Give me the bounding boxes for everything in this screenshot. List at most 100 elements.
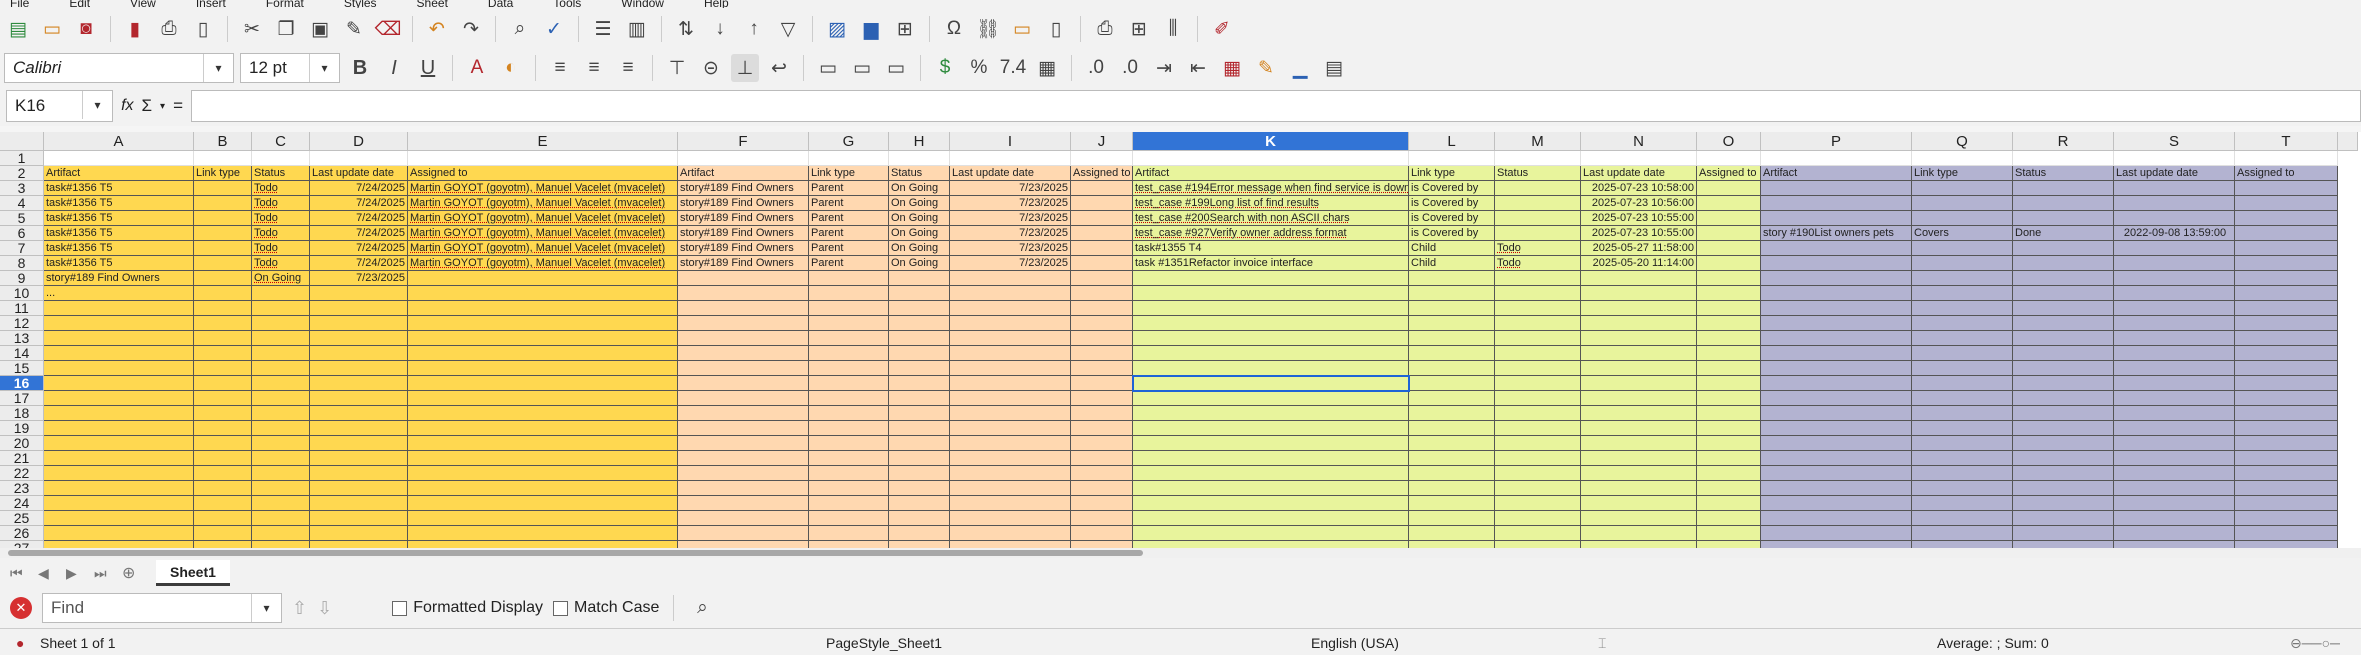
cell-s15[interactable]	[2114, 361, 2235, 376]
cell-t18[interactable]	[2235, 406, 2338, 421]
cell-t11[interactable]	[2235, 301, 2338, 316]
cell-p13[interactable]	[1761, 331, 1912, 346]
cell-h2[interactable]: Status	[889, 166, 950, 181]
cell-b12[interactable]	[194, 316, 252, 331]
cell-s3[interactable]	[2114, 181, 2235, 196]
cell-b17[interactable]	[194, 391, 252, 406]
cell-m5[interactable]	[1495, 211, 1581, 226]
cell-f21[interactable]	[678, 451, 809, 466]
cell-k24[interactable]	[1133, 496, 1409, 511]
spreadsheet-grid[interactable]: ABCDEFGHIJKLMNOPQRST 1 2 3 4 5 6 7 8 9 10 11 12 13 14…	[0, 132, 2361, 548]
underline-icon[interactable]: U	[414, 54, 442, 82]
cell-r12[interactable]	[2013, 316, 2114, 331]
center-vertically-icon[interactable]: ⊝	[697, 54, 725, 82]
cell-f13[interactable]	[678, 331, 809, 346]
increase-indent-icon[interactable]: ⇥	[1150, 54, 1178, 82]
cell-l2[interactable]: Link type	[1409, 166, 1495, 181]
cell-l9[interactable]	[1409, 271, 1495, 286]
formula-input[interactable]	[191, 90, 2361, 122]
cell-n18[interactable]	[1581, 406, 1697, 421]
chevron-down-icon[interactable]: ▾	[309, 54, 339, 82]
cell-o22[interactable]	[1697, 466, 1761, 481]
cell-e25[interactable]	[408, 511, 678, 526]
cell-h4[interactable]: On Going	[889, 196, 950, 211]
cell-b18[interactable]	[194, 406, 252, 421]
row-header-7[interactable]: 7	[0, 241, 44, 256]
cell-s7[interactable]	[2114, 241, 2235, 256]
cell-t16[interactable]	[2235, 376, 2338, 391]
cell-m25[interactable]	[1495, 511, 1581, 526]
cell-e23[interactable]	[408, 481, 678, 496]
row-header-26[interactable]: 26	[0, 526, 44, 541]
cell-c19[interactable]	[252, 421, 310, 436]
checkbox-box[interactable]	[392, 600, 408, 616]
cell-f11[interactable]	[678, 301, 809, 316]
cell-p10[interactable]	[1761, 286, 1912, 301]
cell-n2[interactable]: Last update date	[1581, 166, 1697, 181]
cell-f10[interactable]	[678, 286, 809, 301]
cell-j25[interactable]	[1071, 511, 1133, 526]
cell-i2[interactable]: Last update date	[950, 166, 1071, 181]
cell-o21[interactable]	[1697, 451, 1761, 466]
cell-n3[interactable]: 2025-07-23 10:58:00	[1581, 181, 1697, 196]
cell-i11[interactable]	[950, 301, 1071, 316]
cell-c9[interactable]: On Going	[252, 271, 310, 286]
cell-p21[interactable]	[1761, 451, 1912, 466]
cell-t20[interactable]	[2235, 436, 2338, 451]
column-header-e[interactable]: E	[408, 132, 678, 151]
cell-n9[interactable]	[1581, 271, 1697, 286]
decrease-indent-icon[interactable]: ⇤	[1184, 54, 1212, 82]
cell-h26[interactable]	[889, 526, 950, 541]
cell-i5[interactable]: 7/23/2025	[950, 211, 1071, 226]
cell-q3[interactable]	[1912, 181, 2013, 196]
cell-a13[interactable]	[44, 331, 194, 346]
cell-k6[interactable]: test_case #927Verify owner address forma…	[1133, 226, 1409, 241]
cell-a23[interactable]	[44, 481, 194, 496]
cell-n17[interactable]	[1581, 391, 1697, 406]
cell-n10[interactable]	[1581, 286, 1697, 301]
cell-o17[interactable]	[1697, 391, 1761, 406]
font-name-box[interactable]: Calibri ▾	[4, 53, 234, 83]
cell-j22[interactable]	[1071, 466, 1133, 481]
cell-f7[interactable]: story#189 Find Owners	[678, 241, 809, 256]
cell-i19[interactable]	[950, 421, 1071, 436]
cell-d1[interactable]	[310, 151, 408, 166]
cell-r7[interactable]	[2013, 241, 2114, 256]
cell-l14[interactable]	[1409, 346, 1495, 361]
menu-insert[interactable]: Insert	[196, 0, 226, 8]
cell-s4[interactable]	[2114, 196, 2235, 211]
cell-e11[interactable]	[408, 301, 678, 316]
unmerge-cells-icon[interactable]: ▭	[882, 54, 910, 82]
formula-icon[interactable]: =	[173, 96, 183, 116]
cell-c3[interactable]: Todo	[252, 181, 310, 196]
align-bottom-icon[interactable]: ⊥	[731, 54, 759, 82]
cell-h20[interactable]	[889, 436, 950, 451]
cell-a19[interactable]	[44, 421, 194, 436]
cell-j18[interactable]	[1071, 406, 1133, 421]
cell-q26[interactable]	[1912, 526, 2013, 541]
font-size-box[interactable]: 12 pt ▾	[240, 53, 340, 83]
cell-k23[interactable]	[1133, 481, 1409, 496]
cell-m15[interactable]	[1495, 361, 1581, 376]
cell-l3[interactable]: is Covered by	[1409, 181, 1495, 196]
cell-h14[interactable]	[889, 346, 950, 361]
cell-b25[interactable]	[194, 511, 252, 526]
cell-f26[interactable]	[678, 526, 809, 541]
cell-m20[interactable]	[1495, 436, 1581, 451]
cell-i18[interactable]	[950, 406, 1071, 421]
cell-r17[interactable]	[2013, 391, 2114, 406]
cell-b21[interactable]	[194, 451, 252, 466]
cell-n5[interactable]: 2025-07-23 10:55:00	[1581, 211, 1697, 226]
cell-g5[interactable]: Parent	[809, 211, 889, 226]
cell-f2[interactable]: Artifact	[678, 166, 809, 181]
cell-j23[interactable]	[1071, 481, 1133, 496]
cell-c11[interactable]	[252, 301, 310, 316]
cell-b1[interactable]	[194, 151, 252, 166]
cell-k17[interactable]	[1133, 391, 1409, 406]
cell-e6[interactable]: Martin GOYOT (goyotm), Manuel Vacelet (m…	[408, 226, 678, 241]
cell-h10[interactable]	[889, 286, 950, 301]
cell-p17[interactable]	[1761, 391, 1912, 406]
cell-m24[interactable]	[1495, 496, 1581, 511]
cell-o13[interactable]	[1697, 331, 1761, 346]
cell-c4[interactable]: Todo	[252, 196, 310, 211]
